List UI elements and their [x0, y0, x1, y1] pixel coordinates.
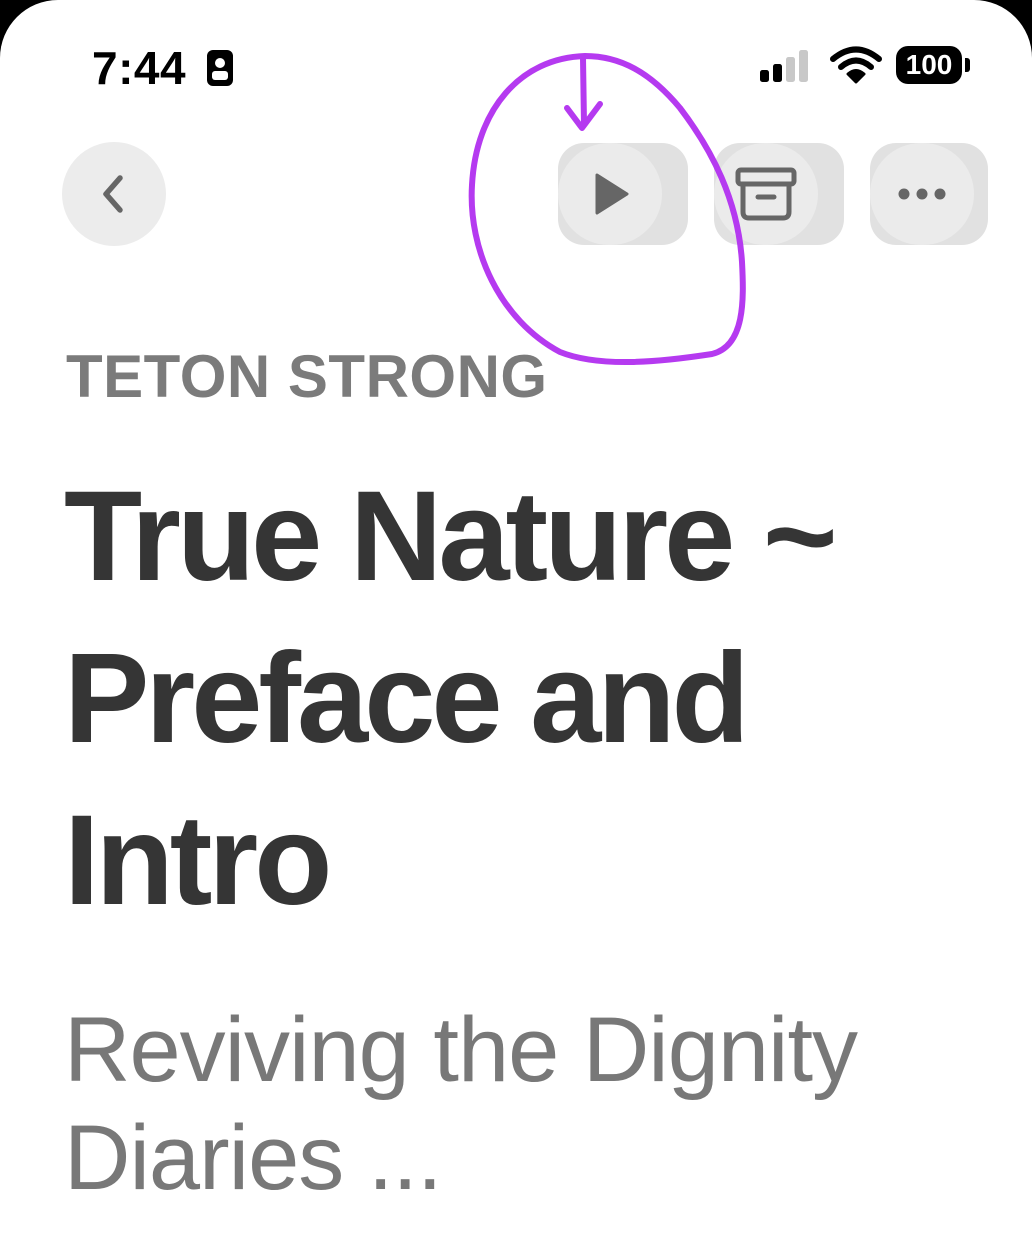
more-options-button[interactable]: [870, 143, 988, 245]
status-time: 7:44: [92, 42, 187, 94]
play-audio-button[interactable]: [558, 143, 688, 245]
battery-indicator: 100: [896, 46, 972, 86]
article-title: True Nature ~ Preface and Intro: [64, 465, 838, 932]
publication-name[interactable]: TETON STRONG: [66, 342, 548, 412]
article-subtitle: Reviving the Dignity Diaries ...: [64, 999, 858, 1209]
archive-button[interactable]: [714, 143, 844, 245]
ellipsis-icon: [898, 188, 946, 200]
battery-level: 100: [905, 49, 953, 80]
cellular-signal-icon: [760, 50, 808, 82]
chevron-left-icon: [103, 175, 123, 213]
play-icon: [595, 173, 629, 215]
back-button[interactable]: [62, 142, 166, 246]
contact-card-icon: [207, 50, 233, 86]
archive-box-icon: [735, 167, 797, 221]
wifi-icon: [830, 46, 882, 84]
article-screen: 7:44 100 TETON STRONG True Nature ~ Pref…: [0, 0, 1032, 1260]
